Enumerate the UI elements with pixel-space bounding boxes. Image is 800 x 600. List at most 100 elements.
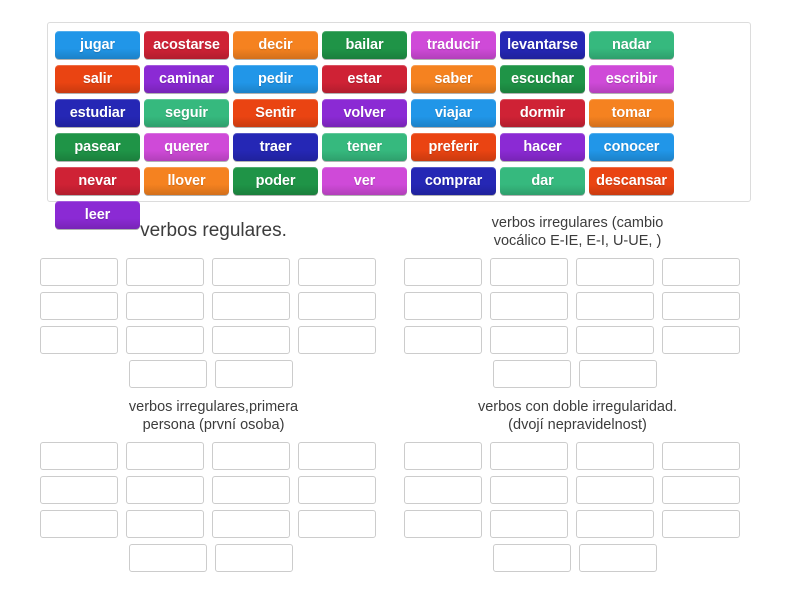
word-tile[interactable]: decir — [233, 31, 318, 59]
word-tile[interactable]: ver — [322, 167, 407, 195]
word-tile[interactable]: nevar — [55, 167, 140, 195]
category-verbos-irregulares-cambio-vocalico: verbos irregulares (cambio vocálico E-IE,… — [400, 212, 755, 391]
drop-slot[interactable] — [126, 258, 204, 286]
drop-slot[interactable] — [404, 510, 482, 538]
category-title-text-3: verbos con doble irregularidad. (dvojí ne… — [477, 399, 678, 433]
drop-slot[interactable] — [126, 442, 204, 470]
word-tile[interactable]: escuchar — [500, 65, 585, 93]
drop-slot[interactable] — [126, 510, 204, 538]
drop-zone-group-0 — [36, 255, 391, 391]
word-tile[interactable]: estar — [322, 65, 407, 93]
drop-slot[interactable] — [129, 360, 207, 388]
drop-slot[interactable] — [404, 442, 482, 470]
word-tile[interactable]: llover — [144, 167, 229, 195]
drop-slot[interactable] — [40, 292, 118, 320]
word-tile[interactable]: traer — [233, 133, 318, 161]
category-title-text-2: verbos irregulares,primera persona (první… — [128, 399, 299, 433]
word-tile[interactable]: dormir — [500, 99, 585, 127]
word-tile[interactable]: tener — [322, 133, 407, 161]
drop-slot[interactable] — [490, 510, 568, 538]
drop-slot[interactable] — [662, 442, 740, 470]
drop-zone-group-1 — [400, 255, 755, 391]
word-tile[interactable]: jugar — [55, 31, 140, 59]
word-tile[interactable]: levantarse — [500, 31, 585, 59]
word-tile[interactable]: dar — [500, 167, 585, 195]
word-tile[interactable]: estudiar — [55, 99, 140, 127]
drop-slot[interactable] — [40, 326, 118, 354]
word-tile[interactable]: volver — [322, 99, 407, 127]
drop-slot[interactable] — [662, 510, 740, 538]
word-tile[interactable]: acostarse — [144, 31, 229, 59]
drop-slot[interactable] — [215, 360, 293, 388]
drop-slot[interactable] — [404, 326, 482, 354]
drop-slot[interactable] — [212, 292, 290, 320]
drop-slot[interactable] — [490, 326, 568, 354]
word-tile[interactable]: querer — [144, 133, 229, 161]
word-tile[interactable]: saber — [411, 65, 496, 93]
drop-slot[interactable] — [129, 544, 207, 572]
word-tile[interactable]: conocer — [589, 133, 674, 161]
category-verbos-regulares: verbos regulares. — [36, 212, 391, 391]
drop-slot[interactable] — [576, 258, 654, 286]
drop-slot[interactable] — [576, 292, 654, 320]
drop-slot[interactable] — [298, 442, 376, 470]
drop-slot[interactable] — [40, 476, 118, 504]
drop-slot[interactable] — [404, 476, 482, 504]
category-verbos-irregulares-primera-persona: verbos irregulares,primera persona (první… — [36, 396, 391, 575]
word-tile[interactable]: tomar — [589, 99, 674, 127]
word-tile[interactable]: escribir — [589, 65, 674, 93]
word-tile[interactable]: salir — [55, 65, 140, 93]
drop-slot[interactable] — [662, 292, 740, 320]
drop-slot[interactable] — [576, 476, 654, 504]
drop-slot[interactable] — [576, 326, 654, 354]
word-tile[interactable]: caminar — [144, 65, 229, 93]
drop-slot[interactable] — [662, 476, 740, 504]
word-tile[interactable]: viajar — [411, 99, 496, 127]
category-title-text-1: verbos irregulares (cambio vocálico E-IE,… — [491, 215, 664, 249]
drop-slot[interactable] — [662, 326, 740, 354]
drop-slot[interactable] — [493, 360, 571, 388]
drop-slot[interactable] — [40, 258, 118, 286]
word-tile[interactable]: nadar — [589, 31, 674, 59]
drop-slot[interactable] — [490, 476, 568, 504]
drop-slot[interactable] — [576, 442, 654, 470]
word-tile[interactable]: Sentir — [233, 99, 318, 127]
drop-slot[interactable] — [126, 292, 204, 320]
word-tile[interactable]: preferir — [411, 133, 496, 161]
drop-slot[interactable] — [662, 258, 740, 286]
word-tile[interactable]: seguir — [144, 99, 229, 127]
drop-slot[interactable] — [126, 326, 204, 354]
drop-slot[interactable] — [212, 442, 290, 470]
drop-slot[interactable] — [40, 510, 118, 538]
word-tile[interactable]: poder — [233, 167, 318, 195]
drop-slot[interactable] — [126, 476, 204, 504]
drop-slot[interactable] — [212, 476, 290, 504]
drop-slot[interactable] — [298, 258, 376, 286]
drop-slot[interactable] — [490, 258, 568, 286]
drop-slot[interactable] — [212, 326, 290, 354]
drop-slot[interactable] — [298, 326, 376, 354]
drop-slot[interactable] — [212, 510, 290, 538]
drop-slot[interactable] — [579, 544, 657, 572]
drop-slot[interactable] — [576, 510, 654, 538]
word-tile[interactable]: traducir — [411, 31, 496, 59]
drop-slot[interactable] — [490, 292, 568, 320]
word-tile[interactable]: pasear — [55, 133, 140, 161]
drop-slot[interactable] — [215, 544, 293, 572]
drop-slot[interactable] — [404, 258, 482, 286]
word-tile[interactable]: bailar — [322, 31, 407, 59]
drop-slot[interactable] — [490, 442, 568, 470]
drop-slot[interactable] — [579, 360, 657, 388]
drop-slot[interactable] — [298, 510, 376, 538]
word-tile[interactable]: pedir — [233, 65, 318, 93]
drop-slot[interactable] — [493, 544, 571, 572]
drop-slot[interactable] — [404, 292, 482, 320]
drop-slot[interactable] — [40, 442, 118, 470]
word-tile[interactable]: comprar — [411, 167, 496, 195]
drop-slot[interactable] — [298, 292, 376, 320]
drop-slot[interactable] — [212, 258, 290, 286]
category-title-1: verbos irregulares (cambio vocálico E-IE,… — [400, 212, 755, 252]
drop-slot[interactable] — [298, 476, 376, 504]
word-tile[interactable]: hacer — [500, 133, 585, 161]
word-tile[interactable]: descansar — [589, 167, 674, 195]
